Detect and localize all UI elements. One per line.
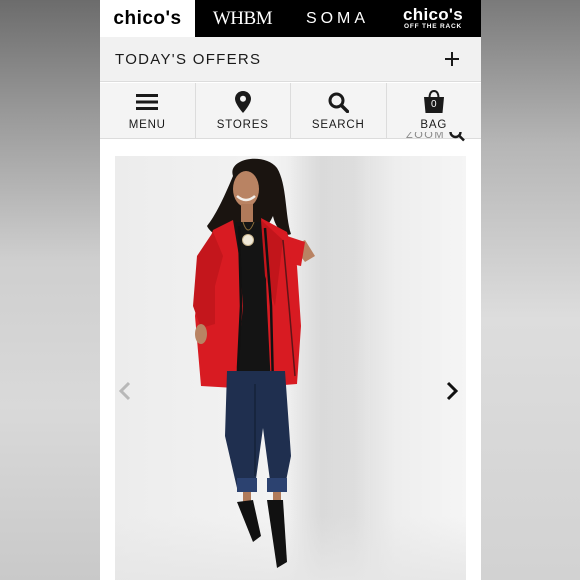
backdrop-left — [0, 0, 100, 580]
todays-offers-bar[interactable]: TODAY'S OFFERS — [100, 37, 481, 82]
map-pin-icon — [234, 90, 251, 114]
todays-offers-label: TODAY'S OFFERS — [115, 50, 262, 68]
brand-tab-soma[interactable]: SOMA — [290, 0, 385, 37]
nav-menu-button[interactable]: MENU — [100, 83, 196, 138]
brand-chicos-logo: chico's — [113, 7, 182, 29]
mobile-screen: chico's WHBM SOMA chico's OFF THE RACK T… — [100, 0, 481, 580]
product-image[interactable] — [115, 156, 466, 580]
nav-search-button[interactable]: SEARCH — [291, 83, 387, 138]
brand-whbm-logo: WHBM — [212, 7, 273, 29]
expand-plus-icon[interactable] — [445, 52, 459, 66]
shopping-bag-icon: 0 — [423, 90, 445, 114]
zoom-magnifier-icon — [449, 132, 465, 142]
hamburger-icon — [136, 90, 159, 114]
brand-otr-subtitle: OFF THE RACK — [404, 23, 462, 31]
zoom-label: ZOOM — [406, 132, 445, 141]
nav-bag-button[interactable]: 0 BAG — [387, 83, 482, 138]
brand-tab-off-the-rack[interactable]: chico's OFF THE RACK — [385, 0, 481, 37]
search-icon — [328, 90, 349, 114]
brand-switcher: chico's WHBM SOMA chico's OFF THE RACK — [100, 0, 481, 37]
backdrop-right — [481, 0, 580, 580]
nav-search-label: SEARCH — [311, 119, 365, 131]
nav-stores-button[interactable]: STORES — [196, 83, 291, 138]
zoom-control[interactable]: ZOOM — [406, 132, 465, 146]
brand-soma-logo: SOMA — [305, 9, 370, 27]
brand-tab-whbm[interactable]: WHBM — [195, 0, 290, 37]
main-nav: MENU STORES SEARCH 0 BAG — [100, 83, 481, 139]
brand-tab-chicos[interactable]: chico's — [100, 0, 195, 37]
nav-stores-label: STORES — [216, 119, 269, 131]
previous-image-arrow-icon[interactable] — [118, 381, 132, 406]
model-photo — [193, 158, 315, 568]
bag-count: 0 — [430, 99, 437, 110]
nav-bag-label: BAG — [420, 119, 448, 131]
brand-otr-logo: chico's — [403, 5, 463, 25]
nav-menu-label: MENU — [128, 119, 166, 131]
next-image-arrow-icon[interactable] — [445, 381, 459, 406]
